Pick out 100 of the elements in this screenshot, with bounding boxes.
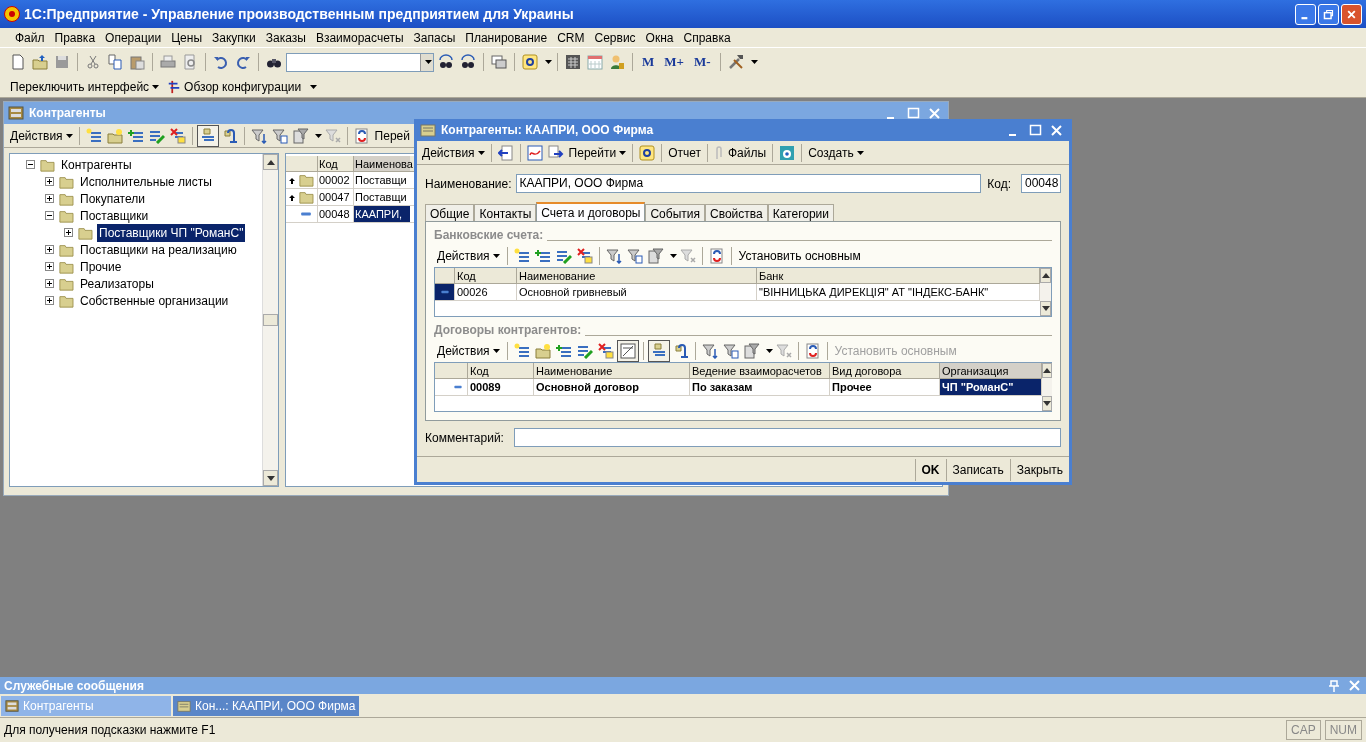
scroll-up-icon[interactable] [266, 159, 275, 165]
hierarchy-icon[interactable] [196, 124, 219, 147]
menu-item[interactable]: Заказы [260, 28, 311, 47]
paperclip-icon[interactable] [714, 144, 724, 161]
close-icon[interactable] [1346, 8, 1357, 20]
code-input-field[interactable]: 00048 [1021, 174, 1061, 193]
list-delete-icon[interactable] [574, 246, 595, 266]
scrollbar[interactable] [262, 154, 278, 486]
name-input-field[interactable]: КААПРИ, ООО Фирма [515, 174, 981, 193]
filter-document-icon[interactable] [624, 246, 645, 266]
tree-item[interactable]: Поставщики на реализацию [78, 240, 239, 259]
close-icon[interactable] [1347, 678, 1362, 693]
actions-menu-button[interactable]: Действия [434, 247, 503, 265]
filter-list-icon[interactable] [741, 341, 762, 361]
calendar-icon[interactable] [585, 52, 605, 72]
menu-item[interactable]: Цены [166, 28, 207, 47]
copy-icon[interactable] [105, 52, 125, 72]
memory-button[interactable]: M- [689, 52, 715, 72]
scroll-up-icon[interactable] [1041, 273, 1050, 278]
filter-list-icon[interactable] [645, 246, 666, 266]
maximize-icon[interactable] [1028, 122, 1043, 138]
scrollbar[interactable] [1040, 268, 1051, 316]
goto-menu-button[interactable]: Перейти [566, 143, 629, 162]
switch-interface-button[interactable]: Переключить интерфейс [8, 77, 162, 96]
menu-item[interactable]: Окна [640, 28, 679, 47]
list-delete-icon[interactable] [595, 341, 616, 361]
filter-icon[interactable] [603, 246, 624, 266]
column-header[interactable]: Наименование [534, 363, 690, 378]
back-arrow-icon[interactable] [495, 142, 516, 163]
column-header[interactable]: Наименование [517, 268, 757, 283]
actions-menu-button[interactable]: Действия [8, 126, 75, 145]
expand-toggle-icon[interactable] [45, 296, 54, 305]
tab[interactable]: Свойства [705, 204, 768, 221]
restore-button[interactable] [1318, 3, 1339, 25]
scrollbar[interactable] [1042, 363, 1052, 411]
tree-item[interactable]: Исполнительные листы [78, 172, 214, 191]
close-icon[interactable] [927, 105, 942, 121]
calculator-icon[interactable] [563, 52, 583, 72]
table-row[interactable]: 00026 Основной гривневый "ВІННИЦЬКА ДИРЕКЦІЯ" АТ "ІНДЕКС-БАНК" [435, 284, 1040, 301]
expand-toggle-icon[interactable] [45, 262, 54, 271]
actions-menu-button[interactable]: Действия [420, 143, 487, 162]
column-header[interactable]: Организация [940, 363, 1042, 378]
actions-menu-button[interactable]: Действия [434, 342, 503, 360]
scroll-thumb[interactable] [263, 314, 278, 326]
tree-item[interactable]: Реализаторы [78, 274, 156, 293]
files-button[interactable]: Файлы [712, 143, 769, 162]
tab[interactable]: Счета и договоры [536, 202, 646, 221]
report-button[interactable]: Отчет [666, 143, 703, 162]
tree-item[interactable]: Поставщики [78, 206, 151, 225]
cabinet-icon[interactable] [4, 698, 20, 713]
hierarchy-icon[interactable] [647, 340, 670, 362]
ok-button[interactable]: OK [914, 458, 946, 481]
scroll-down-icon[interactable] [266, 475, 275, 481]
menu-item[interactable]: Файл [10, 28, 50, 47]
tree-item[interactable]: Собственные организации [78, 291, 231, 310]
minimize-button[interactable] [1295, 3, 1316, 25]
tab[interactable]: События [645, 204, 705, 221]
menu-item[interactable]: Планирование [460, 28, 553, 47]
filter-document-icon[interactable] [720, 341, 741, 361]
search-combo-field[interactable] [286, 52, 434, 72]
book-icon[interactable] [176, 698, 192, 713]
tab[interactable]: Общие [425, 204, 475, 221]
tab[interactable]: Категории [767, 204, 834, 221]
set-main-button[interactable]: Установить основным [735, 247, 864, 265]
menu-item[interactable]: Операции [100, 28, 167, 47]
menu-item[interactable]: Запасы [408, 28, 461, 47]
menu-item[interactable]: Сервис [589, 28, 641, 47]
scroll-down-icon[interactable] [1041, 306, 1050, 311]
chart-icon[interactable] [524, 142, 545, 163]
menu-item[interactable]: Справка [678, 28, 736, 47]
dialog-button[interactable]: Записать [945, 458, 1010, 481]
table-row[interactable]: 00089 Основной договор По заказам Прочее ЧП "РоманС" [435, 379, 1042, 396]
column-header[interactable]: Код [455, 268, 517, 283]
goto-button[interactable]: Перей [372, 126, 410, 145]
maximize-icon[interactable] [906, 105, 921, 121]
menu-item[interactable]: Правка [49, 28, 101, 47]
menu-item[interactable]: Закупки [207, 28, 261, 47]
menu-item[interactable]: CRM [552, 28, 590, 47]
list-delete-icon[interactable] [167, 125, 188, 146]
tree-item[interactable]: Прочие [78, 257, 124, 276]
memory-button[interactable]: M [638, 52, 659, 72]
scroll-up-icon[interactable] [1043, 368, 1051, 373]
table-icon[interactable] [616, 340, 639, 362]
memory-button[interactable]: M+ [660, 52, 688, 72]
config-overview-button[interactable]: Обзор конфигурации [165, 77, 304, 96]
close-button[interactable] [1341, 3, 1362, 25]
tree-item[interactable]: Поставщики ЧП "РоманС" [97, 223, 246, 242]
tree-item[interactable]: Контрагенты [59, 155, 134, 174]
restore-icon[interactable] [1323, 8, 1334, 20]
expand-toggle-icon[interactable] [45, 245, 54, 254]
column-header[interactable]: Код [468, 363, 534, 378]
menu-item[interactable]: Взаиморасчеты [310, 28, 409, 47]
filter-icon[interactable] [699, 341, 720, 361]
expand-toggle-icon[interactable] [45, 194, 54, 203]
dialog-button[interactable]: Закрыть [1009, 458, 1069, 481]
close-icon[interactable] [1049, 122, 1064, 138]
expand-toggle-icon[interactable] [64, 228, 73, 237]
column-header[interactable]: Ведение взаиморасчетов [690, 363, 830, 378]
tab[interactable]: Контакты [474, 204, 537, 221]
signpost-icon[interactable] [167, 79, 182, 94]
